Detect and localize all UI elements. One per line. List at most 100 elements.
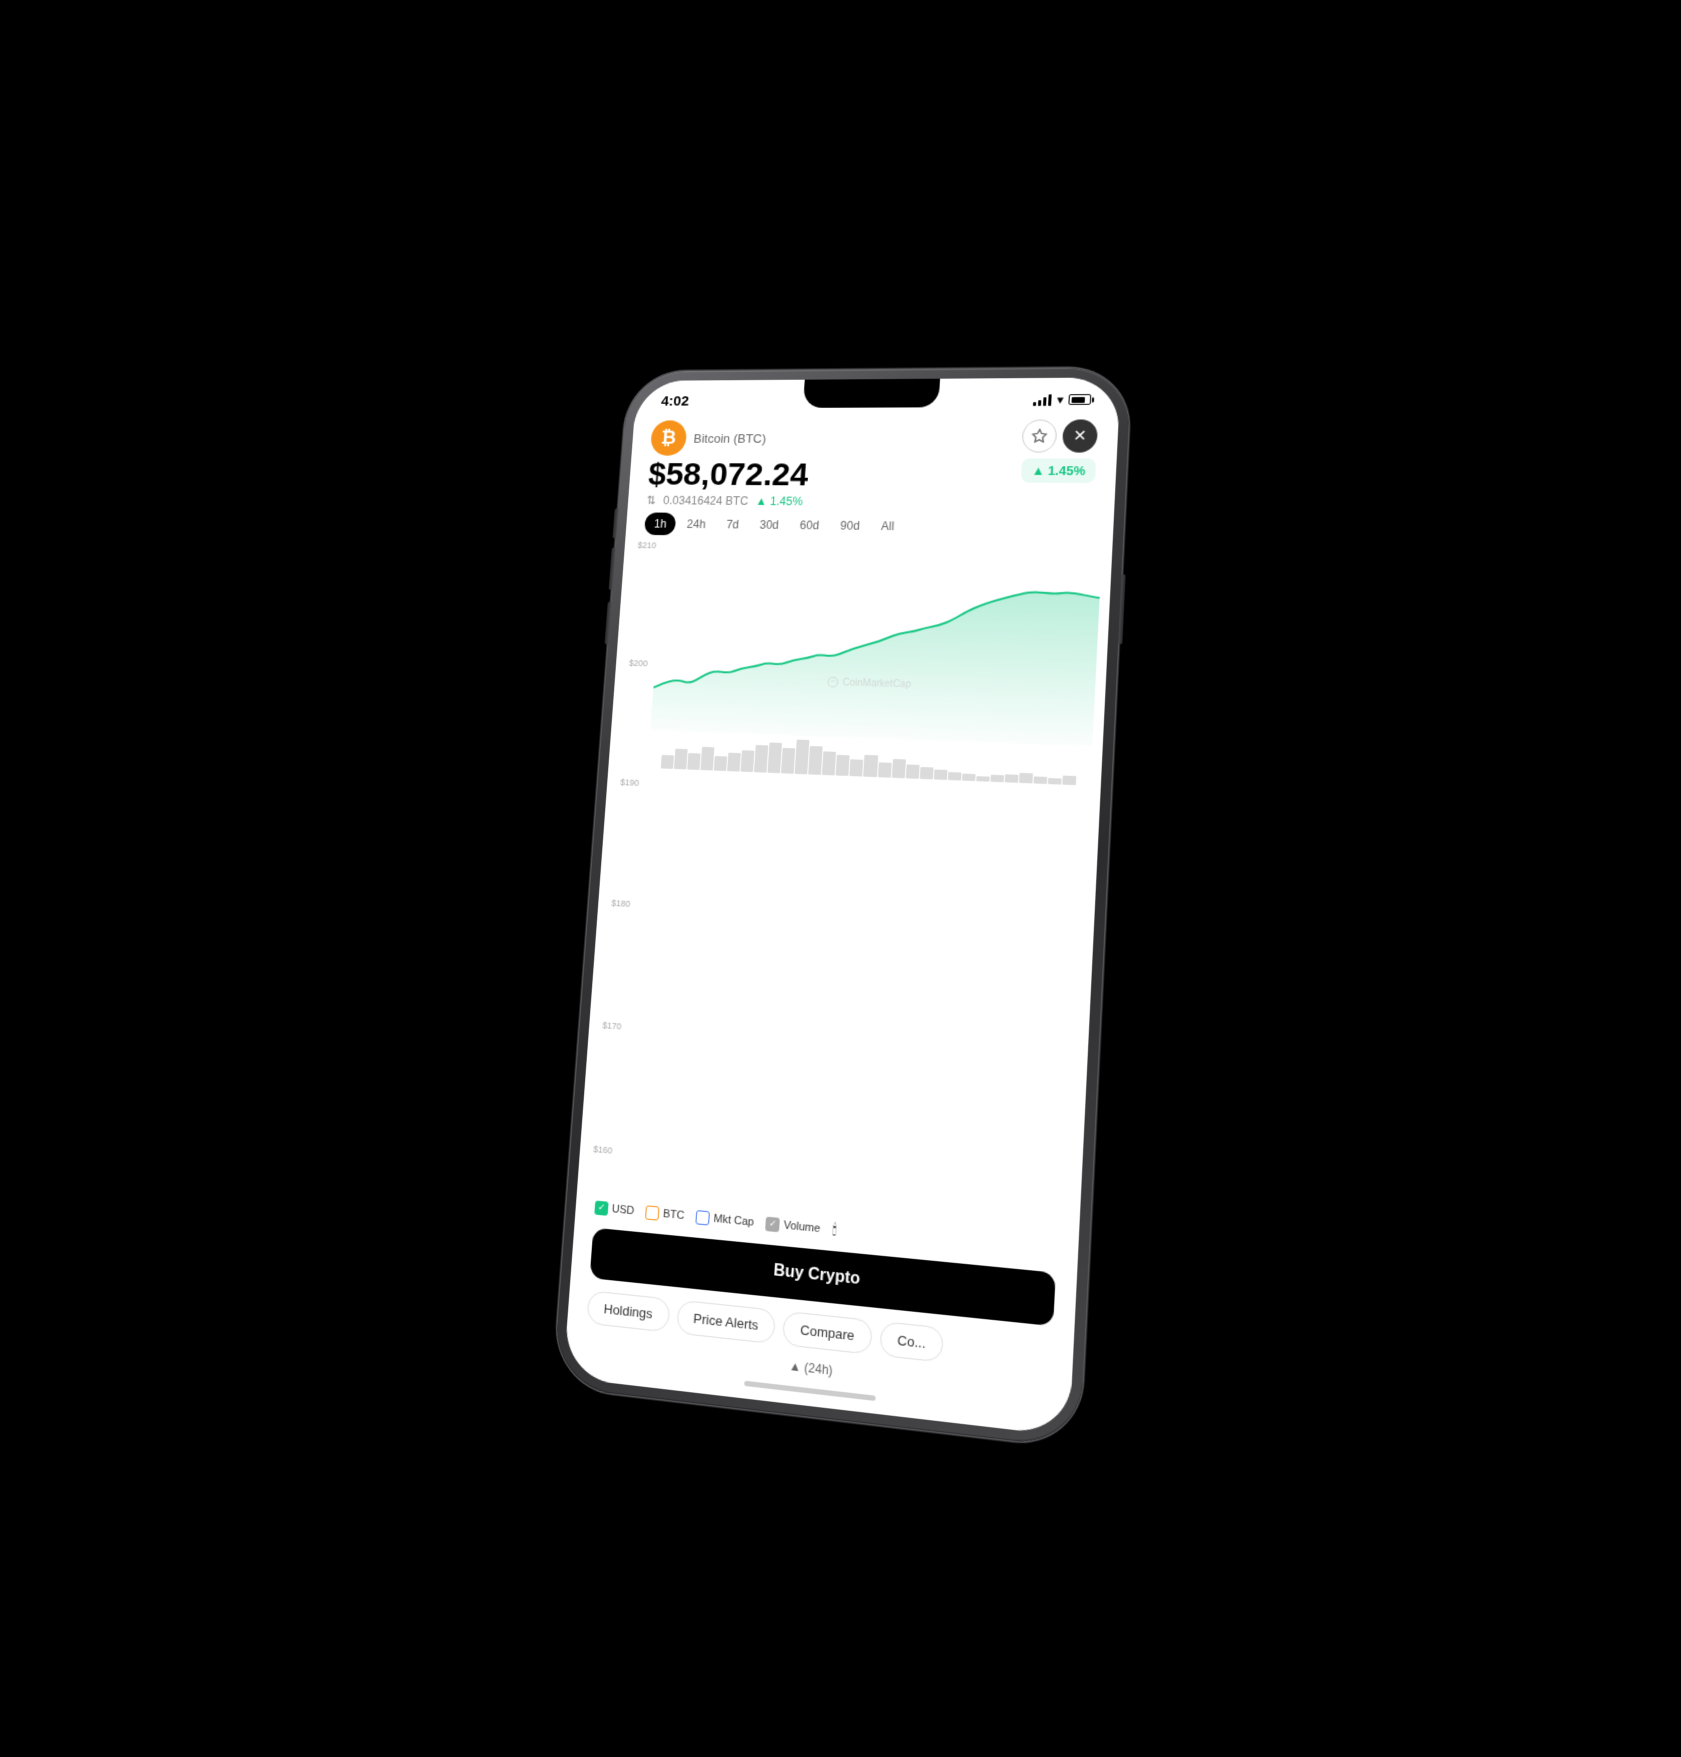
vol-bar bbox=[905, 764, 919, 778]
action-chips: Holdings Price Alerts Compare Co... bbox=[566, 1284, 1073, 1381]
volume-down-button bbox=[604, 601, 611, 643]
vol-bar bbox=[740, 749, 754, 772]
legend-label-btc: BTC bbox=[662, 1207, 684, 1221]
signal-bar-3 bbox=[1043, 396, 1046, 405]
home-indicator bbox=[563, 1351, 1070, 1435]
vol-bar bbox=[919, 767, 933, 780]
watermark-icon bbox=[826, 676, 838, 688]
vol-bar bbox=[781, 748, 795, 774]
chart-container: $210 $200 $190 $180 $170 $160 bbox=[576, 540, 1112, 1239]
time-btn-90d[interactable]: 90d bbox=[829, 514, 869, 537]
time-btn-1h[interactable]: 1h bbox=[644, 512, 677, 535]
silent-button bbox=[612, 508, 618, 538]
legend-check-volume: ✓ bbox=[765, 1216, 780, 1232]
wifi-icon: ▾ bbox=[1056, 391, 1063, 407]
legend-mktcap[interactable]: Mkt Cap bbox=[695, 1209, 754, 1229]
chart-label-160: $160 bbox=[593, 1144, 613, 1156]
chart-label-170: $170 bbox=[602, 1020, 622, 1031]
chart-label-200: $200 bbox=[628, 658, 647, 668]
legend-btc[interactable]: BTC bbox=[645, 1204, 685, 1222]
vol-bar bbox=[975, 776, 989, 782]
chart-label-210: $210 bbox=[637, 540, 656, 550]
legend-label-volume: Volume bbox=[783, 1218, 820, 1234]
vol-bar bbox=[700, 746, 714, 770]
vol-bar bbox=[947, 771, 961, 780]
legend-check-mktcap bbox=[695, 1209, 710, 1225]
chart-watermark: CoinMarketCap bbox=[826, 676, 911, 690]
vol-bar bbox=[835, 755, 849, 776]
chart-label-180: $180 bbox=[611, 898, 631, 909]
close-button[interactable]: ✕ bbox=[1061, 419, 1097, 452]
vol-bar bbox=[808, 745, 823, 775]
change-badge: ▲ 1.45% bbox=[1021, 458, 1096, 483]
time-btn-all[interactable]: All bbox=[870, 514, 904, 537]
legend-check-btc bbox=[645, 1204, 659, 1219]
legend-volume[interactable]: ✓ Volume bbox=[765, 1216, 820, 1236]
volume-up-button bbox=[608, 547, 615, 589]
compare-chip[interactable]: Compare bbox=[782, 1310, 873, 1354]
favorite-button[interactable] bbox=[1021, 419, 1057, 452]
signal-icon bbox=[1033, 393, 1052, 405]
vol-bar bbox=[822, 751, 836, 776]
coin-price: $58,072.24 bbox=[647, 457, 809, 493]
time-btn-24h[interactable]: 24h bbox=[676, 513, 715, 536]
vol-bar bbox=[961, 773, 975, 781]
price-alerts-chip[interactable]: Price Alerts bbox=[675, 1299, 776, 1344]
buy-crypto-button[interactable]: Buy Crypto bbox=[589, 1227, 1055, 1326]
vol-bar bbox=[1033, 776, 1047, 784]
home-bar bbox=[744, 1380, 876, 1400]
bitcoin-icon: ₿ bbox=[649, 420, 687, 455]
status-icons: ▾ bbox=[1033, 391, 1091, 407]
legend-label-mktcap: Mkt Cap bbox=[713, 1212, 754, 1228]
btc-symbol: ₿ bbox=[660, 427, 677, 448]
power-button bbox=[1118, 574, 1126, 644]
volume-bars bbox=[660, 735, 1077, 785]
notch bbox=[802, 378, 939, 407]
coin-name: Bitcoin (BTC) bbox=[693, 430, 766, 444]
vol-bar bbox=[849, 759, 863, 777]
vol-bar bbox=[660, 755, 673, 769]
legend-usd[interactable]: ✓ USD bbox=[594, 1200, 634, 1218]
vol-bar bbox=[727, 752, 741, 771]
chart-fill bbox=[650, 585, 1100, 746]
vol-bar bbox=[794, 739, 809, 774]
app-content: ₿ Bitcoin (BTC) $58,072.24 ⇅ 0.03416424 … bbox=[564, 411, 1118, 1409]
vol-bar bbox=[891, 759, 905, 779]
vol-bar bbox=[990, 775, 1004, 783]
vol-bar bbox=[754, 745, 768, 773]
coin-header: ₿ Bitcoin (BTC) $58,072.24 ⇅ 0.03416424 … bbox=[627, 411, 1118, 511]
battery-icon bbox=[1068, 394, 1091, 405]
time-btn-60d[interactable]: 60d bbox=[789, 514, 829, 537]
vol-bar bbox=[687, 752, 701, 769]
vol-bar bbox=[713, 755, 726, 771]
watermark-text: CoinMarketCap bbox=[842, 677, 911, 690]
vol-bar bbox=[877, 761, 891, 777]
phone-frame: 4:02 ▾ bbox=[552, 367, 1131, 1448]
coin-btc-price: ⇅ 0.03416424 BTC ▲ 1.45% bbox=[646, 494, 807, 508]
holdings-chip[interactable]: Holdings bbox=[586, 1290, 670, 1332]
price-chart bbox=[650, 541, 1102, 747]
vol-bar bbox=[1004, 773, 1018, 782]
chart-label-190: $190 bbox=[619, 777, 638, 787]
phone-device: 4:02 ▾ bbox=[552, 367, 1131, 1448]
bottom-label: ▲ (24h) bbox=[564, 1325, 1071, 1409]
vol-bar bbox=[1047, 778, 1061, 785]
legend-check-usd: ✓ bbox=[594, 1200, 608, 1215]
badge-pct: 1.45% bbox=[1047, 463, 1085, 478]
time-selector: 1h 24h 7d 30d 60d 90d All bbox=[625, 507, 1114, 547]
vol-bar bbox=[767, 742, 782, 773]
vol-bar bbox=[673, 749, 687, 770]
time-btn-7d[interactable]: 7d bbox=[716, 513, 749, 536]
phone-screen: 4:02 ▾ bbox=[563, 377, 1121, 1436]
vol-bar bbox=[933, 769, 947, 780]
time-btn-30d[interactable]: 30d bbox=[749, 513, 789, 536]
vol-bar bbox=[863, 754, 877, 777]
btc-amount: 0.03416424 BTC bbox=[662, 494, 748, 508]
bottom-label-text: ▲ (24h) bbox=[788, 1358, 833, 1378]
chart-svg-wrapper: CoinMarketCap bbox=[650, 541, 1102, 747]
candlestick-icon[interactable]: 🕯 bbox=[831, 1220, 836, 1238]
coin-icon-row: ₿ Bitcoin (BTC) bbox=[649, 420, 811, 456]
signal-bar-2 bbox=[1038, 399, 1041, 405]
status-bar: 4:02 ▾ bbox=[634, 377, 1120, 413]
more-chip[interactable]: Co... bbox=[878, 1320, 943, 1362]
